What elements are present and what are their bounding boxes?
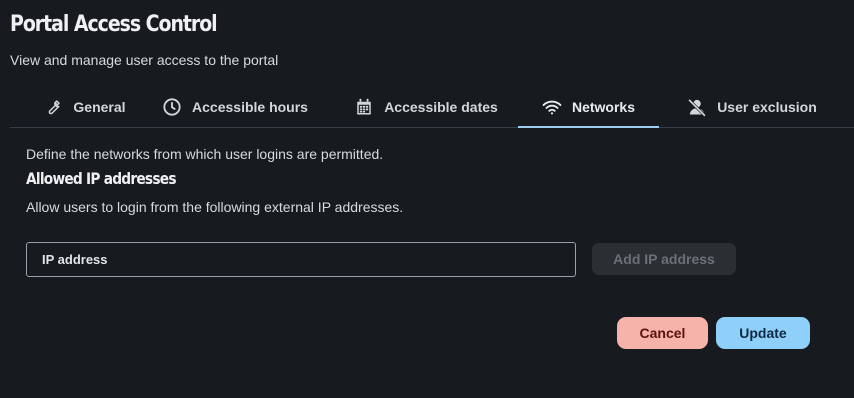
tab-accessible-hours[interactable]: Accessible hours (150, 86, 320, 127)
update-button[interactable]: Update (716, 317, 810, 349)
add-ip-address-button[interactable]: Add IP address (592, 243, 736, 275)
tab-accessible-dates[interactable]: Accessible dates (340, 86, 512, 127)
wrench-icon (43, 97, 63, 117)
allowed-ip-description: Allow users to login from the following … (26, 199, 404, 215)
networks-description: Define the networks from which user logi… (26, 146, 384, 162)
tab-general-label: General (73, 98, 126, 115)
tab-general[interactable]: General (22, 86, 147, 127)
cancel-button[interactable]: Cancel (617, 317, 708, 349)
wifi-icon (542, 97, 562, 117)
allowed-ip-title: Allowed IP addresses (26, 169, 177, 188)
tab-accessible-dates-label: Accessible dates (384, 98, 498, 115)
tab-networks-label: Networks (571, 98, 636, 115)
tab-user-exclusion[interactable]: User exclusion (680, 86, 824, 127)
tab-networks[interactable]: Networks (518, 86, 659, 128)
clock-icon (162, 97, 182, 117)
tab-bar: General Accessible hours Accessible date… (10, 86, 854, 128)
page-subtitle: View and manage user access to the porta… (10, 52, 279, 68)
tab-accessible-hours-label: Accessible hours (192, 98, 308, 115)
ip-address-input[interactable] (26, 242, 576, 277)
user-off-icon (687, 97, 707, 117)
portal-access-control-page: Portal Access Control View and manage us… (0, 0, 854, 398)
page-title: Portal Access Control (10, 12, 218, 37)
calendar-icon (354, 97, 374, 117)
tab-user-exclusion-label: User exclusion (717, 98, 817, 115)
